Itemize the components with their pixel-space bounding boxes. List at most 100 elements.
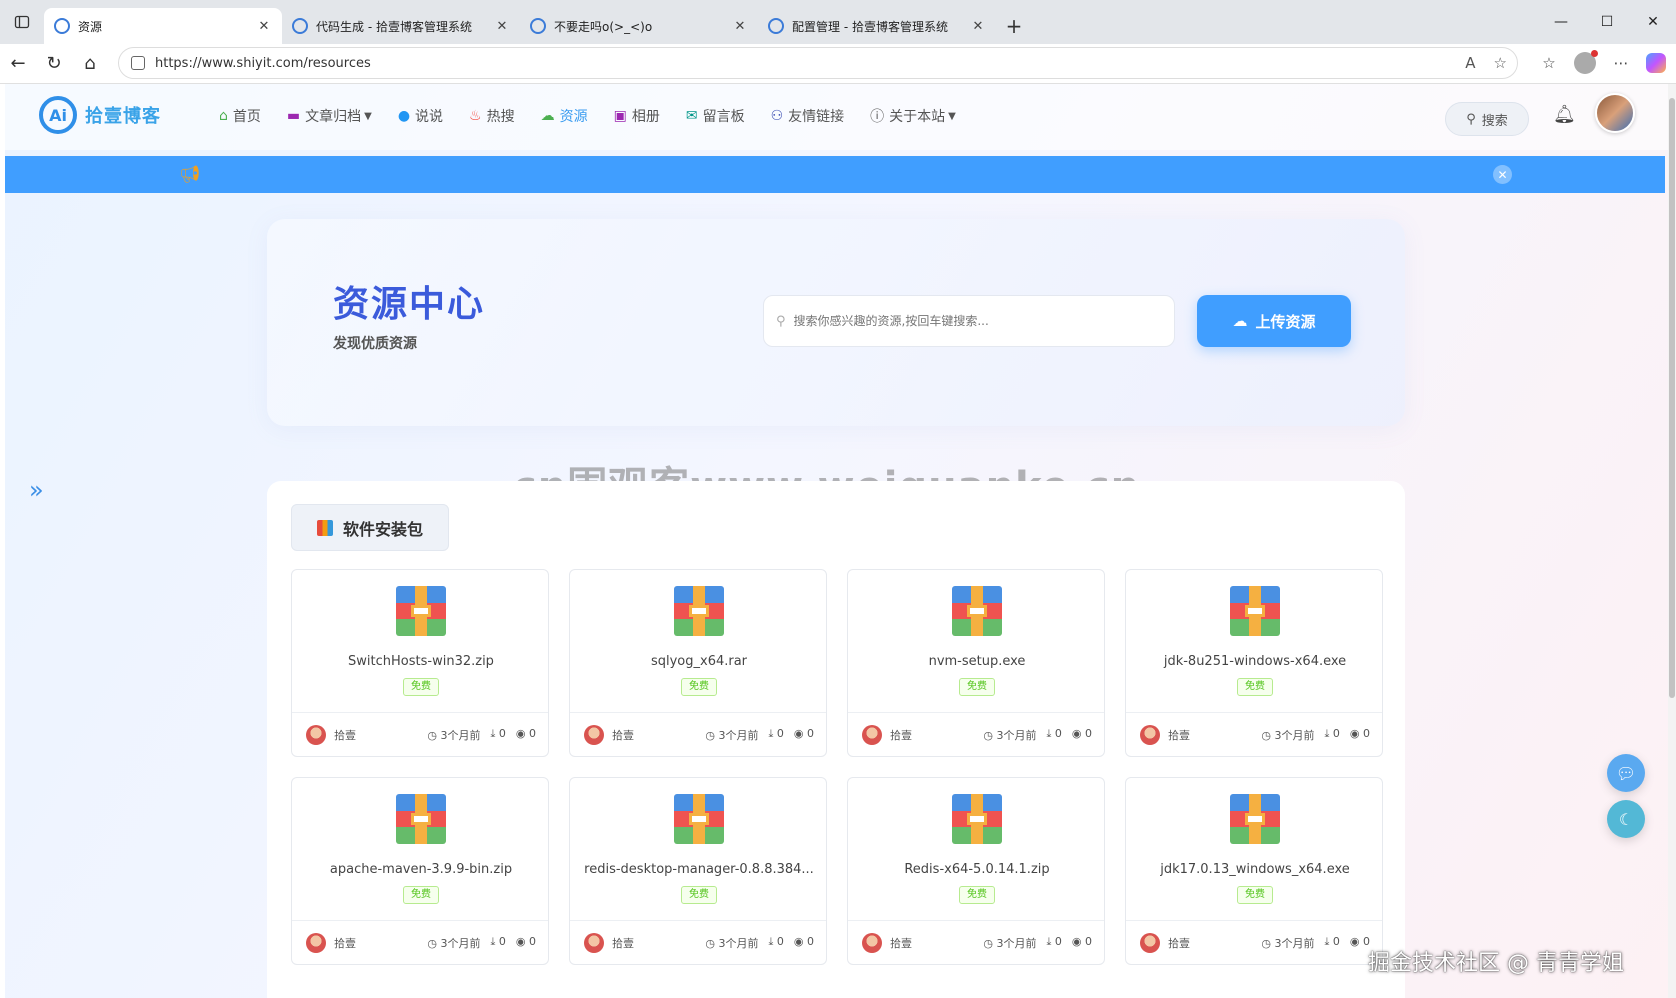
resource-name[interactable]: sqlyog_x64.rar — [580, 654, 818, 669]
menu-item-friends[interactable]: ⚇ 友情链接 — [771, 106, 845, 126]
menu-item-hot[interactable]: ♨ 热搜 — [469, 106, 515, 126]
bell-icon[interactable]: 🔔︎ — [1553, 104, 1576, 125]
download-stat: ⤓ 0 — [769, 727, 784, 743]
url-field[interactable]: https://www.shiyit.com/resources A ☆ — [118, 47, 1518, 79]
resource-card[interactable]: Redis-x64-5.0.14.1.zip 免费 拾壹 ◷ 3个月前 ⤓ 0 … — [847, 777, 1105, 965]
time-text: 3个月前 — [996, 937, 1037, 950]
eye-icon: ◉ — [793, 727, 807, 740]
logo-icon: Ai — [39, 96, 77, 134]
chevron-down-icon: ▼ — [364, 110, 372, 122]
browser-toolbar: ☆ ⋯ — [1538, 47, 1666, 79]
new-tab-button[interactable]: + — [996, 8, 1032, 44]
menu-item-album[interactable]: ▣ 相册 — [614, 106, 660, 126]
header-search-button[interactable]: ⚲ 搜索 — [1445, 102, 1529, 136]
browser-tab-2[interactable]: 不要走吗o(>_<)o ✕ — [520, 8, 758, 44]
tab-close-icon[interactable]: ✕ — [732, 19, 748, 34]
menu-item-about[interactable]: ⓘ 关于本站 ▼ — [870, 106, 956, 126]
resource-name[interactable]: Redis-x64-5.0.14.1.zip — [858, 862, 1096, 877]
chat-icon: ● — [397, 108, 411, 124]
download-stat: ⤓ 0 — [1047, 935, 1062, 951]
tab-close-icon[interactable]: ✕ — [256, 19, 272, 34]
site-favicon-icon — [768, 18, 784, 34]
author-avatar — [862, 725, 882, 745]
browser-tab-1[interactable]: 代码生成 - 拾壹博客管理系统 ✕ — [282, 8, 520, 44]
menu-label: 相册 — [631, 109, 660, 125]
resource-meta: 拾壹 ◷ 3个月前 ⤓ 0 ◉ 0 — [292, 712, 548, 757]
resource-name[interactable]: nvm-setup.exe — [858, 654, 1096, 669]
search-icon: ⚲ — [1466, 111, 1476, 127]
resource-name[interactable]: SwitchHosts-win32.zip — [302, 654, 540, 669]
menu-label: 首页 — [232, 109, 261, 125]
maximize-icon[interactable]: ☐ — [1584, 0, 1630, 44]
resource-search-input[interactable] — [793, 314, 1154, 328]
site-logo[interactable]: Ai 拾壹博客 — [39, 96, 161, 134]
more-icon[interactable]: ⋯ — [1610, 54, 1632, 72]
time-stat: ◷ 3个月前 — [705, 935, 758, 951]
browser-tab-0[interactable]: 资源 ✕ — [44, 8, 282, 44]
dark-mode-moon-icon[interactable]: ☾ — [1607, 800, 1645, 838]
resource-search-box[interactable]: ⚲ — [763, 295, 1175, 347]
scrollbar-thumb[interactable] — [1669, 98, 1675, 698]
menu-item-talk[interactable]: ● 说说 — [398, 106, 443, 126]
author-avatar — [306, 725, 326, 745]
resource-name[interactable]: jdk17.0.13_windows_x64.exe — [1136, 862, 1374, 877]
page-scrollbar[interactable] — [1668, 84, 1676, 998]
resource-name[interactable]: apache-maven-3.9.9-bin.zip — [302, 862, 540, 877]
free-badge: 免费 — [681, 678, 717, 696]
resource-card[interactable]: SwitchHosts-win32.zip 免费 拾壹 ◷ 3个月前 ⤓ 0 ◉… — [291, 569, 549, 757]
resource-stats: ◷ 3个月前 ⤓ 0 ◉ 0 — [1261, 727, 1370, 743]
chat-bubble-icon[interactable]: 💬︎ — [1607, 754, 1645, 792]
resource-name[interactable]: redis-desktop-manager-0.8.8.384... — [580, 862, 818, 877]
resource-card[interactable]: jdk17.0.13_windows_x64.exe 免费 拾壹 ◷ 3个月前 … — [1125, 777, 1383, 965]
clock-icon: ◷ — [1261, 729, 1275, 742]
author-name: 拾壹 — [612, 729, 634, 742]
resource-name[interactable]: jdk-8u251-windows-x64.exe — [1136, 654, 1374, 669]
resource-card[interactable]: redis-desktop-manager-0.8.8.384... 免费 拾壹… — [569, 777, 827, 965]
clock-icon: ◷ — [427, 937, 441, 950]
menu-item-guestbook[interactable]: ✉ 留言板 — [686, 106, 745, 126]
download-count: 0 — [498, 727, 506, 740]
close-notice-icon[interactable]: ✕ — [1493, 165, 1512, 184]
resource-card[interactable]: sqlyog_x64.rar 免费 拾壹 ◷ 3个月前 ⤓ 0 ◉ 0 — [569, 569, 827, 757]
author-name: 拾壹 — [890, 729, 912, 742]
menu-item-archive[interactable]: ▬ 文章归档 ▼ — [287, 106, 372, 126]
refresh-icon[interactable]: ↻ — [36, 46, 72, 82]
favorite-star-icon[interactable]: ☆ — [1494, 54, 1507, 72]
browser-tab-3[interactable]: 配置管理 - 拾壹博客管理系统 ✕ — [758, 8, 996, 44]
free-badge: 免费 — [1237, 886, 1273, 904]
user-avatar[interactable] — [1595, 93, 1635, 133]
copilot-icon[interactable] — [1646, 53, 1666, 73]
tab-close-icon[interactable]: ✕ — [970, 19, 986, 34]
resource-card[interactable]: nvm-setup.exe 免费 拾壹 ◷ 3个月前 ⤓ 0 ◉ 0 — [847, 569, 1105, 757]
download-stat: ⤓ 0 — [1325, 935, 1340, 951]
menu-item-home[interactable]: ⌂ 首页 — [219, 106, 261, 126]
upload-resource-button[interactable]: ☁ 上传资源 — [1197, 295, 1351, 347]
read-aloud-icon[interactable]: A — [1465, 54, 1475, 72]
profile-icon[interactable] — [1574, 50, 1598, 74]
favorites-icon[interactable]: ☆ — [1538, 54, 1560, 72]
window-controls: — ☐ ✕ — [1538, 0, 1676, 44]
back-icon[interactable]: ← — [0, 46, 36, 82]
home-icon[interactable]: ⌂ — [72, 46, 108, 82]
fire-icon: ♨ — [469, 108, 482, 124]
close-window-icon[interactable]: ✕ — [1630, 0, 1676, 44]
clock-icon: ◷ — [705, 729, 719, 742]
menu-item-resources[interactable]: ☁ 资源 — [541, 106, 588, 126]
author-avatar — [1140, 725, 1160, 745]
resource-card[interactable]: apache-maven-3.9.9-bin.zip 免费 拾壹 ◷ 3个月前 … — [291, 777, 549, 965]
tab-close-icon[interactable]: ✕ — [494, 19, 510, 34]
sidebar-toggle-icon[interactable] — [0, 0, 44, 44]
author-name: 拾壹 — [334, 729, 356, 742]
resource-card[interactable]: jdk-8u251-windows-x64.exe 免费 拾壹 ◷ 3个月前 ⤓… — [1125, 569, 1383, 757]
category-label: 软件安装包 — [342, 519, 423, 539]
resource-meta: 拾壹 ◷ 3个月前 ⤓ 0 ◉ 0 — [1126, 920, 1382, 965]
download-icon: ⤓ — [1324, 935, 1333, 948]
menu-label: 热搜 — [486, 109, 515, 125]
resource-meta: 拾壹 ◷ 3个月前 ⤓ 0 ◉ 0 — [570, 920, 826, 965]
minimize-icon[interactable]: — — [1538, 0, 1584, 44]
download-icon: ⤓ — [490, 935, 499, 948]
resource-meta: 拾壹 ◷ 3个月前 ⤓ 0 ◉ 0 — [848, 920, 1104, 965]
double-chevron-right-icon[interactable]: » — [29, 476, 44, 504]
time-text: 3个月前 — [440, 729, 481, 742]
category-tab[interactable]: 软件安装包 — [291, 504, 449, 551]
